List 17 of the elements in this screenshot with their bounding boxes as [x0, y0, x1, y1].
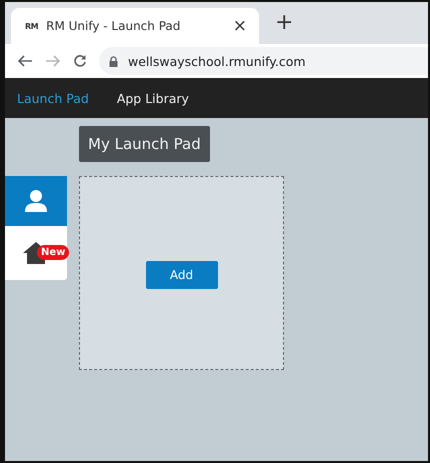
- nav-link[interactable]: App Library: [116, 90, 189, 106]
- tab-title: RM Unify - Launch Pad: [46, 19, 182, 33]
- new-badge: New: [37, 245, 70, 260]
- page-heading: My Launch Pad: [79, 126, 210, 162]
- lock-icon: [109, 56, 118, 66]
- nav-link[interactable]: Launch Pad: [17, 90, 89, 106]
- side-tab[interactable]: New: [5, 226, 67, 280]
- side-tab[interactable]: [5, 176, 67, 226]
- close-button[interactable]: ×: [232, 16, 247, 36]
- back-icon[interactable]: [17, 54, 33, 68]
- address-bar[interactable]: wellswayschool.rmunify.com: [99, 47, 428, 75]
- browser-tab[interactable]: RM RM Unify - Launch Pad ×: [11, 8, 259, 44]
- reload-icon[interactable]: [73, 54, 87, 68]
- add-button[interactable]: Add: [146, 261, 218, 289]
- new-tab-button[interactable]: +: [275, 12, 294, 34]
- site-logo: RM: [25, 22, 38, 30]
- user-icon: [24, 189, 48, 213]
